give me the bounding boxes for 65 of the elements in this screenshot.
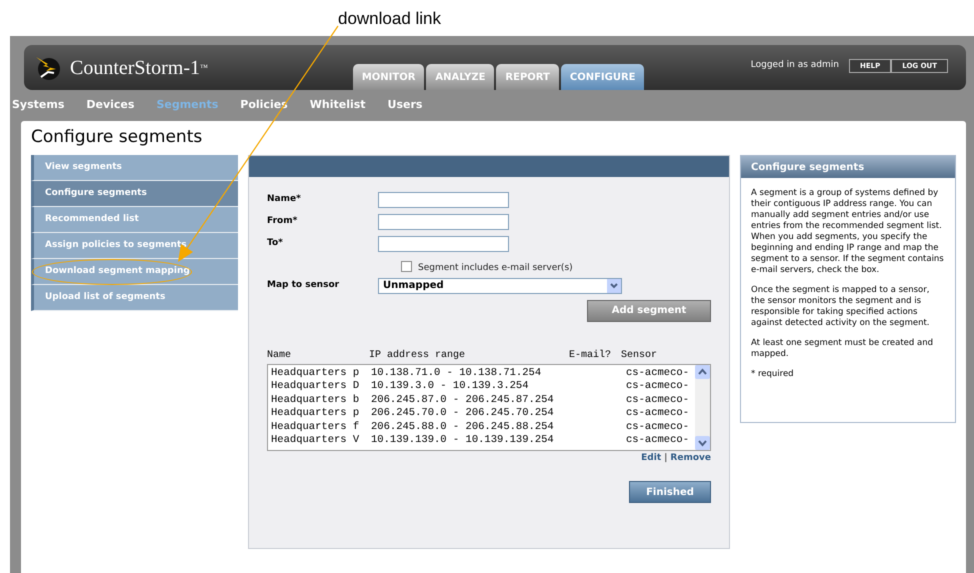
table-cell-text: 10.139.139.0 - 10.139.139.254 xyxy=(371,434,555,448)
table-cell: cs-acmeco- xyxy=(626,434,690,448)
table-cell: cs-acmeco- xyxy=(626,380,690,394)
input-field[interactable] xyxy=(378,192,509,208)
login-status: Logged in as admin xyxy=(750,59,839,72)
table-cell-text: Headquarters f xyxy=(271,420,360,434)
nav-tab[interactable]: MONITOR xyxy=(352,64,424,90)
page-title: Configure segments xyxy=(31,126,204,149)
help-paragraph: At least one segment must be created and mapped. xyxy=(751,338,934,360)
checkbox[interactable] xyxy=(401,260,412,272)
product-name: CounterStorm-1$^{™}$ xyxy=(70,56,208,80)
nav-tab[interactable]: ANALYZE xyxy=(426,64,494,90)
column-header: Sensor xyxy=(621,348,658,362)
subnav-link[interactable]: Systems xyxy=(12,97,64,114)
table-cell-text: 206.245.87.0 - 206.245.87.254 xyxy=(371,394,555,407)
table-cell-text: Headquarters V xyxy=(271,434,360,448)
subnav-link[interactable]: Whitelist xyxy=(310,97,366,114)
table-cell-text: 10.139.3.0 - 10.139.3.254 xyxy=(371,380,530,394)
nav-tab[interactable]: CONFIGURE xyxy=(560,64,644,90)
help-paragraph: Once the segment is mapped to a sensor, the sensor monitors the segment and is responsible for taking specified actions against detected activity on the segment. xyxy=(751,285,931,329)
sidebar-item[interactable]: View segments xyxy=(31,155,238,181)
sidebar-item[interactable]: Configure segments xyxy=(31,181,238,207)
scrollbar[interactable] xyxy=(695,364,710,450)
annotation-label: download link xyxy=(338,8,442,30)
scroll-up-icon[interactable] xyxy=(695,364,710,378)
separator: | xyxy=(664,452,668,464)
edit-link[interactable]: Edit xyxy=(641,452,662,465)
table-cell-text: Headquarters D xyxy=(271,380,360,394)
table-cell-text: Headquarters p xyxy=(271,366,360,380)
finished-button[interactable]: Finished xyxy=(629,481,711,503)
field-label: Name* xyxy=(267,193,302,206)
sidebar-item[interactable]: Assign policies to segments xyxy=(31,233,238,259)
table-cell-text: Headquarters b xyxy=(271,394,360,407)
help-panel-title: Configure segments xyxy=(741,156,955,178)
column-header: Name xyxy=(267,348,292,362)
table-cell: cs-acmeco- xyxy=(626,407,690,420)
sidebar-item[interactable]: Upload list of segments xyxy=(31,285,238,311)
table-cell: cs-acmeco- xyxy=(626,420,690,434)
help-paragraph: * required xyxy=(751,369,795,380)
segment-list[interactable] xyxy=(267,364,711,450)
field-label: Map to sensor xyxy=(267,278,340,292)
sidebar-item[interactable]: Recommended list xyxy=(31,207,238,233)
table-cell-text: Headquarters p xyxy=(271,407,360,420)
add-segment-button[interactable]: Add segment xyxy=(587,300,711,322)
nav-tab[interactable]: REPORT xyxy=(496,64,559,90)
subnav-link[interactable]: Devices xyxy=(86,97,134,114)
checkbox-label: Segment includes e-mail server(s) xyxy=(418,262,573,275)
table-cell: cs-acmeco- xyxy=(626,366,690,380)
input-field[interactable] xyxy=(378,214,509,230)
table-cell-text: 206.245.88.0 - 206.245.88.254 xyxy=(371,420,555,434)
input-field[interactable] xyxy=(378,236,509,252)
column-header: E-mail? xyxy=(569,348,612,362)
table-cell: cs-acmeco- xyxy=(626,394,690,407)
table-cell-text: 206.245.70.0 - 206.245.70.254 xyxy=(371,407,555,420)
field-label: To* xyxy=(267,237,284,250)
field-label: From* xyxy=(267,215,298,228)
column-header: IP address range xyxy=(369,348,466,362)
remove-link[interactable]: Remove xyxy=(670,452,711,465)
lightning-logo-icon xyxy=(34,54,62,80)
scroll-down-icon[interactable] xyxy=(695,436,710,450)
sensor-dropdown[interactable]: Unmapped xyxy=(378,278,622,294)
subnav-link[interactable]: Users xyxy=(388,97,422,114)
table-cell-text: 10.138.71.0 - 10.138.71.254 xyxy=(371,366,542,380)
sidebar-item[interactable]: Download segment mapping xyxy=(31,259,238,285)
help-paragraph: A segment is a group of systems defined by their contiguous IP address range. You can manually add segment entries and/or use entries from the recommended segment list. When you add segments, you specify the beginning and ending IP range and map the segment to a sensor. If the segment contains e-mail servers, check the box. xyxy=(751,188,945,276)
